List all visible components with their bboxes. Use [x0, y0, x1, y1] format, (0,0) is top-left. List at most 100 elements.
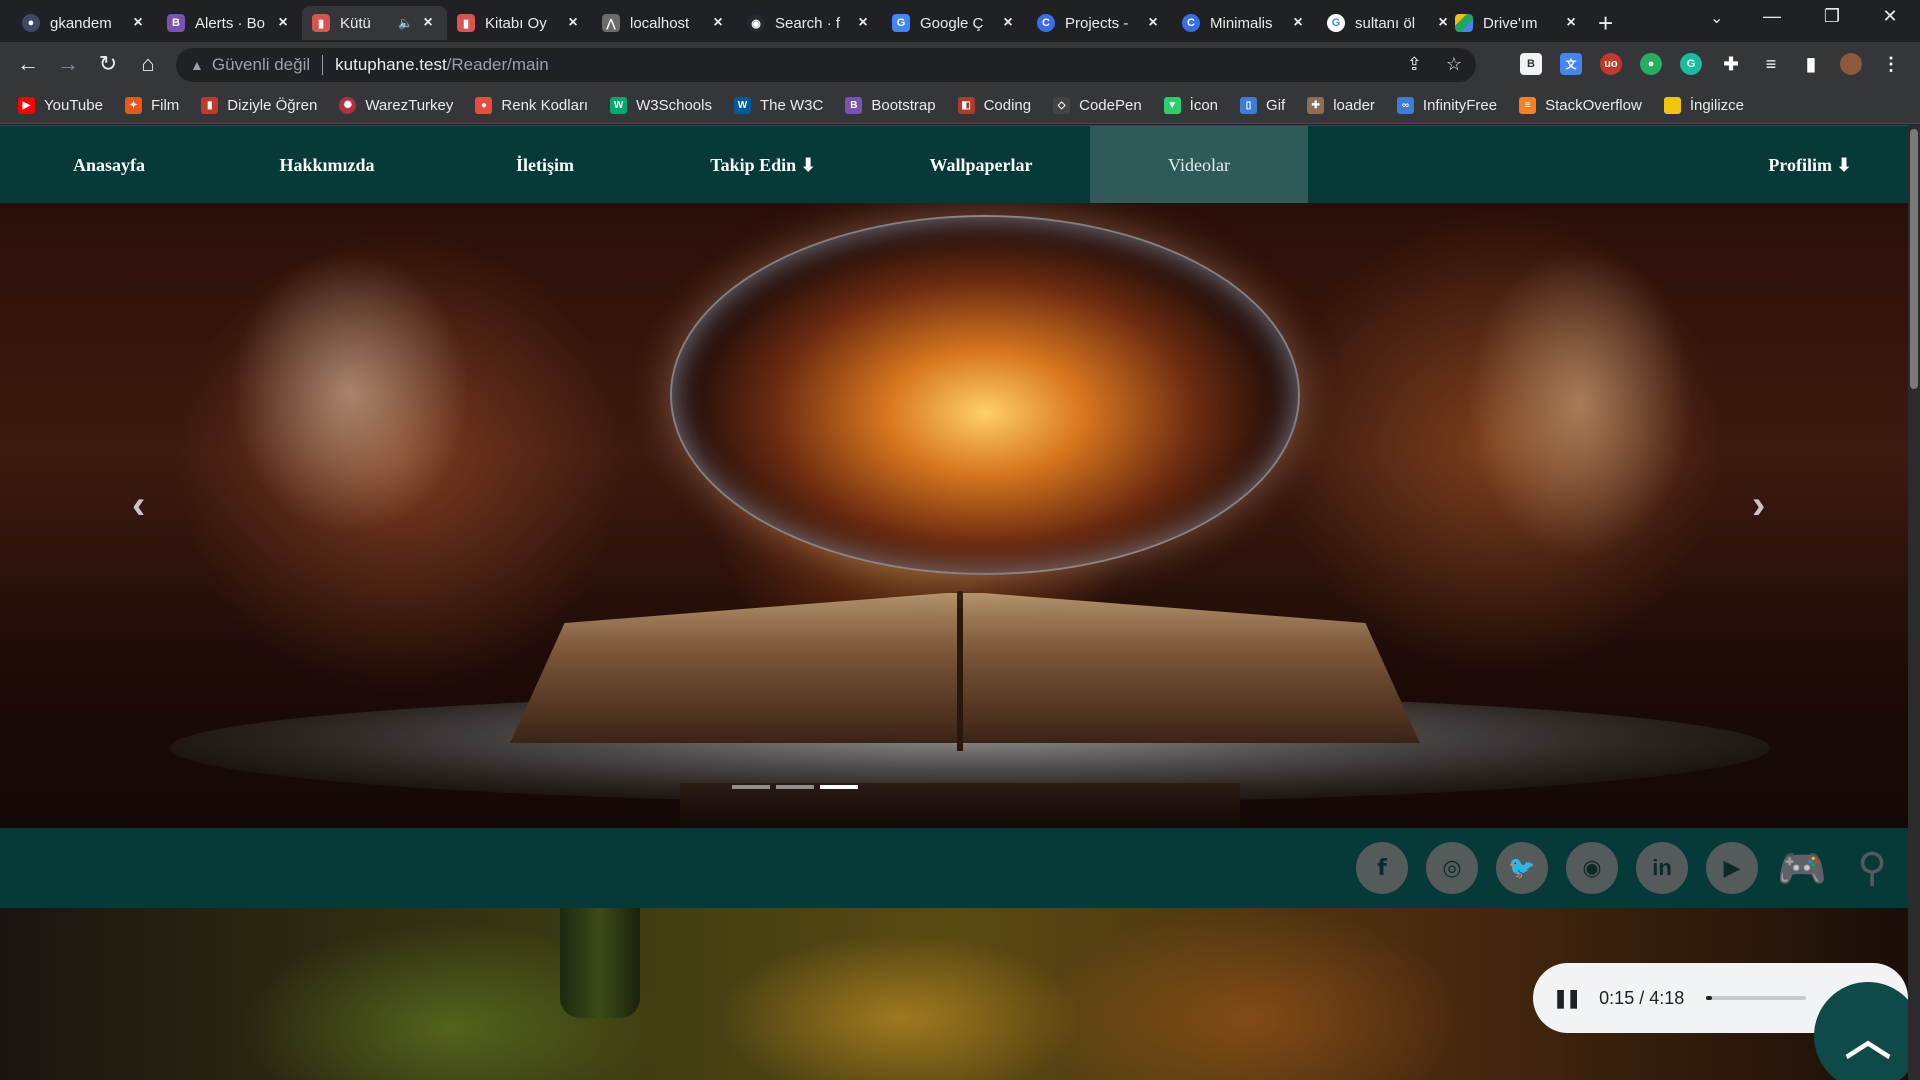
tab-google-search[interactable]: G sultanı öl ×	[1317, 6, 1462, 40]
close-icon[interactable]: ×	[129, 14, 147, 32]
avatar[interactable]	[1840, 53, 1862, 75]
bookmark-loader[interactable]: ✚ loader	[1307, 97, 1375, 114]
bookmark-renk-kodlari[interactable]: ● Renk Kodları	[475, 97, 588, 114]
bookmark-stackoverflow[interactable]: ≡ StackOverflow	[1519, 97, 1642, 114]
bookmark-label: Diziyle Öğren	[227, 97, 318, 114]
scrollbar-thumb[interactable]	[1910, 129, 1918, 389]
tab-google-translate[interactable]: G Google Ç ×	[882, 6, 1027, 40]
bookmark-gif[interactable]: ▯ Gif	[1240, 97, 1285, 114]
close-icon[interactable]: ×	[1562, 14, 1580, 32]
tab-title: Alerts · Bo	[195, 14, 266, 32]
close-icon[interactable]: ×	[274, 14, 292, 32]
bookmark-label: W3Schools	[636, 97, 712, 114]
close-icon[interactable]: ×	[709, 14, 727, 32]
close-icon[interactable]: ×	[999, 14, 1017, 32]
nav-profilim-dropdown[interactable]: Profilim ⬇	[1700, 126, 1920, 204]
nav-hakkimizda[interactable]: Hakkımızda	[218, 126, 436, 204]
grammarly-icon[interactable]: G	[1680, 53, 1702, 75]
codepen-c-icon: C	[1037, 14, 1055, 32]
address-bar[interactable]: ▲ Güvenli değil kutuphane.test /Reader/m…	[176, 48, 1476, 82]
nav-iletisim[interactable]: İletişim	[436, 126, 654, 204]
bookmark-w3schools[interactable]: W W3Schools	[610, 97, 712, 114]
bookmark-label: StackOverflow	[1545, 97, 1642, 114]
page-scrollbar[interactable]	[1908, 125, 1920, 1080]
bold-extension-icon[interactable]: B	[1520, 53, 1542, 75]
gamepad-icon[interactable]: 🎮	[1776, 842, 1828, 894]
back-icon[interactable]: ←	[14, 51, 42, 77]
bookmark-film[interactable]: ✦ Film	[124, 97, 180, 114]
close-icon[interactable]: ×	[419, 14, 437, 32]
pause-icon[interactable]: ❚❚	[1553, 988, 1581, 1009]
bookmark-codepen[interactable]: ◇ CodePen	[1053, 97, 1142, 114]
linkedin-icon[interactable]: in	[1636, 842, 1688, 894]
tab-kitabi[interactable]: ▮ Kitabı Oy ×	[447, 6, 592, 40]
close-icon[interactable]: ×	[854, 14, 872, 32]
bookmark-label: Film	[150, 97, 180, 114]
bookmark-youtube[interactable]: ▶ YouTube	[18, 97, 103, 114]
tab-search-icon[interactable]: ⌄	[1710, 8, 1723, 28]
tab-alerts[interactable]: B Alerts · Bo ×	[157, 6, 302, 40]
twitter-icon[interactable]: 🐦	[1496, 842, 1548, 894]
popcorn-icon: ▮	[201, 97, 219, 114]
tab-localhost[interactable]: ⋀ localhost ×	[592, 6, 737, 40]
side-panel-icon[interactable]: ▮	[1800, 53, 1822, 75]
carousel-indicator[interactable]	[820, 785, 858, 789]
share-icon[interactable]: ⇪	[1407, 54, 1422, 75]
bookmark-ingilizce[interactable]: İngilizce	[1663, 97, 1744, 114]
bookmark-label: İcon	[1189, 97, 1219, 114]
colorpick-icon[interactable]: ●	[1640, 53, 1662, 75]
media-control-icon[interactable]: ≡	[1760, 53, 1782, 75]
youtube-icon[interactable]: ▶	[1706, 842, 1758, 894]
carousel-indicator[interactable]	[732, 785, 770, 789]
tab-minimalist[interactable]: C Minimalis ×	[1172, 6, 1317, 40]
minimize-icon[interactable]: —	[1752, 6, 1792, 27]
facebook-icon[interactable]: f	[1356, 842, 1408, 894]
instagram-icon[interactable]: ◎	[1426, 842, 1478, 894]
security-label[interactable]: Güvenli değil	[212, 55, 310, 75]
carousel-next-icon[interactable]: ›	[1752, 483, 1765, 528]
audio-progress[interactable]	[1706, 996, 1807, 1000]
bookmark-infinityfree[interactable]: ∞ InfinityFree	[1396, 97, 1497, 114]
forward-icon[interactable]: →	[54, 51, 82, 77]
translate-extension-icon[interactable]: 文	[1560, 53, 1582, 75]
bookmark-coding[interactable]: ◧ Coding	[957, 97, 1031, 114]
tab-search-github[interactable]: ◉ Search · f ×	[737, 6, 882, 40]
bookmark-bootstrap[interactable]: B Bootstrap	[845, 97, 936, 114]
tab-drive[interactable]: Drive'ım ×	[1445, 6, 1590, 40]
extensions-puzzle-icon[interactable]: ✚	[1720, 53, 1742, 75]
carousel-indicator[interactable]	[776, 785, 814, 789]
reload-icon[interactable]: ↻	[94, 51, 122, 77]
tab-projects[interactable]: C Projects - ×	[1027, 6, 1172, 40]
close-icon[interactable]: ×	[1144, 14, 1162, 32]
ublock-icon[interactable]: uo	[1600, 53, 1622, 75]
search-icon[interactable]: ⚲	[1846, 842, 1898, 894]
bookmark-warezturkey[interactable]: ✺ WarezTurkey	[339, 97, 453, 114]
nav-videolar[interactable]: Videolar	[1090, 126, 1308, 204]
close-window-icon[interactable]: ✕	[1870, 6, 1910, 27]
carousel-prev-icon[interactable]: ‹	[132, 483, 145, 528]
github-icon[interactable]: ◉	[1566, 842, 1618, 894]
bookmark-w3c[interactable]: W The W3C	[733, 97, 823, 114]
home-icon[interactable]: ⌂	[134, 51, 162, 77]
warning-icon[interactable]: ▲	[190, 57, 204, 73]
tab-kutuphane[interactable]: ▮ Kütü 🔈 ×	[302, 6, 447, 40]
loader-icon: ✚	[1307, 97, 1325, 114]
close-icon[interactable]: ×	[564, 14, 582, 32]
bookmark-diziyle-ogren[interactable]: ▮ Diziyle Öğren	[201, 97, 317, 114]
nav-anasayfa[interactable]: Anasayfa	[0, 126, 218, 204]
restore-icon[interactable]: ❐	[1812, 6, 1852, 27]
scroll-to-top-button[interactable]: ︿	[1814, 982, 1920, 1080]
close-icon[interactable]: ×	[1289, 14, 1307, 32]
browser-toolbar: ← → ↻ ⌂ ▲ Güvenli değil kutuphane.test /…	[0, 42, 1920, 88]
new-tab-icon[interactable]: +	[1598, 8, 1613, 39]
nav-wallpaperlar[interactable]: Wallpaperlar	[872, 126, 1090, 204]
speaker-icon[interactable]: 🔈	[398, 16, 413, 30]
bookmark-star-icon[interactable]: ☆	[1446, 54, 1462, 75]
nav-takip-edin-dropdown[interactable]: Takip Edin ⬇	[654, 126, 872, 204]
folder-icon	[1663, 97, 1681, 114]
github-icon: ◉	[747, 14, 765, 32]
tab-gkandem[interactable]: ● gkandem ×	[12, 6, 157, 40]
menu-dots-icon[interactable]: ⋮	[1880, 53, 1902, 75]
bookmark-icon-site[interactable]: ▼ İcon	[1163, 97, 1219, 114]
google-icon: G	[1327, 14, 1345, 32]
